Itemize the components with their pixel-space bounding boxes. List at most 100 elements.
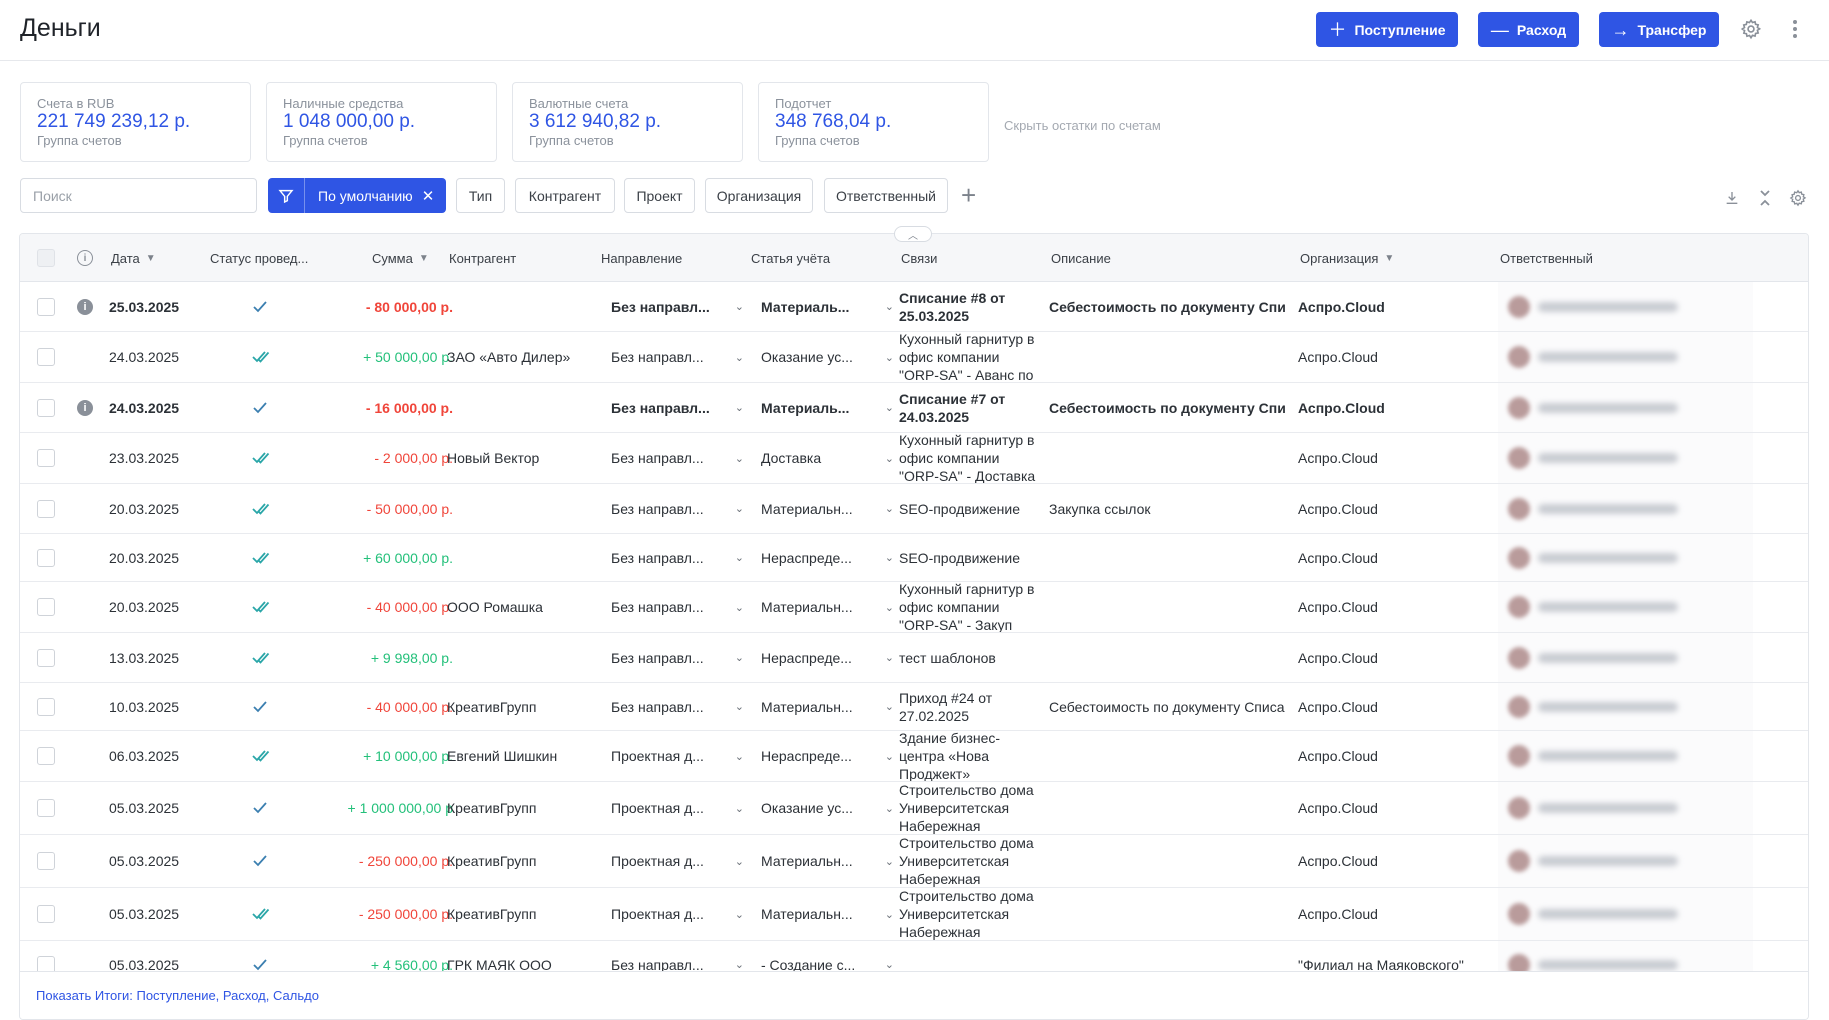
table-settings-gear-icon[interactable]: [1789, 189, 1807, 207]
active-filter-chip[interactable]: По умолчанию ✕: [268, 178, 446, 213]
table-row[interactable]: 05.03.2025 + 1 000 000,00 р КреативГрупп Пр…: [20, 782, 1808, 835]
hide-balances-link[interactable]: Скрыть остатки по счетам: [1004, 118, 1161, 133]
table-row[interactable]: 10.03.2025 - 40 000,00 р. КреативГрупп Без …: [20, 683, 1808, 731]
collapse-header-chevron-up-icon[interactable]: ︿: [894, 226, 932, 242]
article-select[interactable]: Материальн... ⌄: [761, 835, 894, 887]
table-row[interactable]: 24.03.2025 + 50 000,00 р. ЗАО «Авто Дилер»…: [20, 332, 1808, 383]
search-input[interactable]: [20, 178, 257, 213]
article-select[interactable]: Материальн... ⌄: [761, 582, 894, 632]
row-checkbox[interactable]: [37, 484, 55, 533]
row-checkbox[interactable]: [37, 282, 55, 331]
add-income-button[interactable]: ＋ Поступление: [1316, 12, 1458, 47]
show-totals-link[interactable]: Показать Итоги: Поступление, Расход, Сал…: [36, 988, 319, 1003]
row-checkbox[interactable]: [37, 534, 55, 581]
direction-select[interactable]: Без направл... ⌄: [611, 534, 744, 581]
row-checkbox[interactable]: [37, 683, 55, 730]
cell-links[interactable]: Строительство дома Университетская Набер…: [899, 888, 1041, 940]
column-header-counterparty[interactable]: Контрагент: [449, 234, 516, 282]
more-vertical-icon[interactable]: [1781, 15, 1809, 43]
filter-chip-responsible[interactable]: Ответственный: [824, 178, 948, 213]
cell-links[interactable]: SEO-продвижение: [899, 534, 1041, 581]
direction-select[interactable]: Без направл... ⌄: [611, 484, 744, 533]
filter-chip-counterparty[interactable]: Контрагент: [515, 178, 615, 213]
row-checkbox[interactable]: [37, 332, 55, 382]
add-filter-plus-icon[interactable]: +: [961, 180, 976, 210]
article-select[interactable]: Материаль... ⌄: [761, 282, 894, 331]
row-checkbox[interactable]: [37, 888, 55, 940]
column-header-direction[interactable]: Направление: [601, 234, 682, 282]
article-select[interactable]: Материальн... ⌄: [761, 683, 894, 730]
row-checkbox[interactable]: [37, 633, 55, 682]
direction-select[interactable]: Проектная д... ⌄: [611, 731, 744, 781]
row-checkbox[interactable]: [37, 835, 55, 887]
direction-select[interactable]: Без направл... ⌄: [611, 633, 744, 682]
cell-links[interactable]: Строительство дома Университетская Набер…: [899, 835, 1041, 887]
add-transfer-button[interactable]: → Трансфер: [1599, 12, 1719, 47]
row-checkbox[interactable]: [37, 383, 55, 432]
article-select[interactable]: Оказание ус... ⌄: [761, 332, 894, 382]
article-select[interactable]: Материальн... ⌄: [761, 484, 894, 533]
direction-select[interactable]: Без направл... ⌄: [611, 683, 744, 730]
close-icon[interactable]: ✕: [422, 187, 435, 205]
table-row[interactable]: i 24.03.2025 - 16 000,00 р. Без направл... ⌄…: [20, 383, 1808, 433]
column-header-date[interactable]: Дата ▼: [111, 234, 156, 282]
column-header-article[interactable]: Статья учёта: [751, 234, 830, 282]
table-row[interactable]: 05.03.2025 - 250 000,00 р. КреативГрупп Про…: [20, 888, 1808, 941]
balance-card-accountable[interactable]: Подотчет 348 768,04 р. Группа счетов: [758, 82, 989, 162]
article-select[interactable]: Материаль... ⌄: [761, 383, 894, 432]
cell-links[interactable]: Кухонный гарнитур в офис компании "ORP-S…: [899, 433, 1041, 483]
filter-chip-project[interactable]: Проект: [624, 178, 695, 213]
direction-select[interactable]: Проектная д... ⌄: [611, 888, 744, 940]
direction-select[interactable]: Без направл... ⌄: [611, 582, 744, 632]
cell-responsible[interactable]: [1508, 383, 1678, 432]
cell-responsible[interactable]: [1508, 683, 1678, 730]
article-select[interactable]: Материальн... ⌄: [761, 888, 894, 940]
row-checkbox[interactable]: [37, 782, 55, 834]
settings-gear-icon[interactable]: [1737, 15, 1765, 43]
direction-select[interactable]: Проектная д... ⌄: [611, 835, 744, 887]
table-row[interactable]: i 25.03.2025 - 80 000,00 р. Без направл... ⌄…: [20, 282, 1808, 332]
row-checkbox[interactable]: [37, 433, 55, 483]
cell-responsible[interactable]: [1508, 332, 1678, 382]
cell-responsible[interactable]: [1508, 782, 1678, 834]
add-expense-button[interactable]: — Расход: [1478, 12, 1579, 47]
direction-select[interactable]: Без направл... ⌄: [611, 433, 744, 483]
cell-responsible[interactable]: [1508, 835, 1678, 887]
download-icon[interactable]: [1723, 189, 1741, 207]
table-row[interactable]: 20.03.2025- 50 000,00 р. Без направл... ⌄ М…: [20, 484, 1808, 534]
cell-links[interactable]: SEO-продвижение: [899, 484, 1041, 533]
row-checkbox[interactable]: [37, 731, 55, 781]
balance-card-cash[interactable]: Наличные средства 1 048 000,00 р. Группа…: [266, 82, 497, 162]
cell-links[interactable]: Приход #24 от 27.02.2025: [899, 683, 1041, 730]
cell-links[interactable]: Списание #8 от 25.03.2025: [899, 282, 1041, 331]
column-header-organization[interactable]: Организация ▼: [1300, 234, 1394, 282]
table-row[interactable]: 20.03.2025 + 60 000,00 р. Без направл... ⌄ Н…: [20, 534, 1808, 582]
article-select[interactable]: Нераспреде... ⌄: [761, 731, 894, 781]
article-select[interactable]: Нераспреде... ⌄: [761, 633, 894, 682]
filter-chip-type[interactable]: Тип: [456, 178, 505, 213]
cell-responsible[interactable]: [1508, 484, 1678, 533]
table-row[interactable]: 13.03.2025 + 9 998,00 р. Без направл... ⌄ Не…: [20, 633, 1808, 683]
cell-links[interactable]: Списание #7 от 24.03.2025: [899, 383, 1041, 432]
column-header-description[interactable]: Описание: [1051, 234, 1111, 282]
cell-responsible[interactable]: [1508, 282, 1678, 331]
table-row[interactable]: 06.03.2025 + 10 000,00 р. Евгений Шишкин Пр…: [20, 731, 1808, 782]
article-select[interactable]: Доставка ⌄: [761, 433, 894, 483]
table-row[interactable]: 20.03.2025 - 40 000,00 р. ООО Ромашка Без н…: [20, 582, 1808, 633]
cell-responsible[interactable]: [1508, 433, 1678, 483]
balance-card-rub[interactable]: Счета в RUB 221 749 239,12 р. Группа сче…: [20, 82, 251, 162]
article-select[interactable]: Оказание ус... ⌄: [761, 782, 894, 834]
filter-chip-organization[interactable]: Организация: [705, 178, 813, 213]
info-icon[interactable]: i: [77, 383, 93, 432]
cell-links[interactable]: Здание бизнес-центра «Нова Проджект»: [899, 731, 1041, 781]
column-header-responsible[interactable]: Ответственный: [1500, 234, 1593, 282]
cell-responsible[interactable]: [1508, 582, 1678, 632]
cell-links[interactable]: Кухонный гарнитур в офис компании "ORP-S…: [899, 332, 1041, 382]
cell-links[interactable]: Кухонный гарнитур в офис компании "ORP-S…: [899, 582, 1041, 632]
cell-responsible[interactable]: [1508, 731, 1678, 781]
table-row[interactable]: 05.03.2025 - 250 000,00 р. КреативГрупп Про…: [20, 835, 1808, 888]
cell-responsible[interactable]: [1508, 534, 1678, 581]
select-all-checkbox[interactable]: [37, 234, 55, 282]
column-header-amount[interactable]: Сумма ▼: [372, 234, 429, 282]
table-row[interactable]: 23.03.2025 - 2 000,00 р. Новый Вектор Без н…: [20, 433, 1808, 484]
